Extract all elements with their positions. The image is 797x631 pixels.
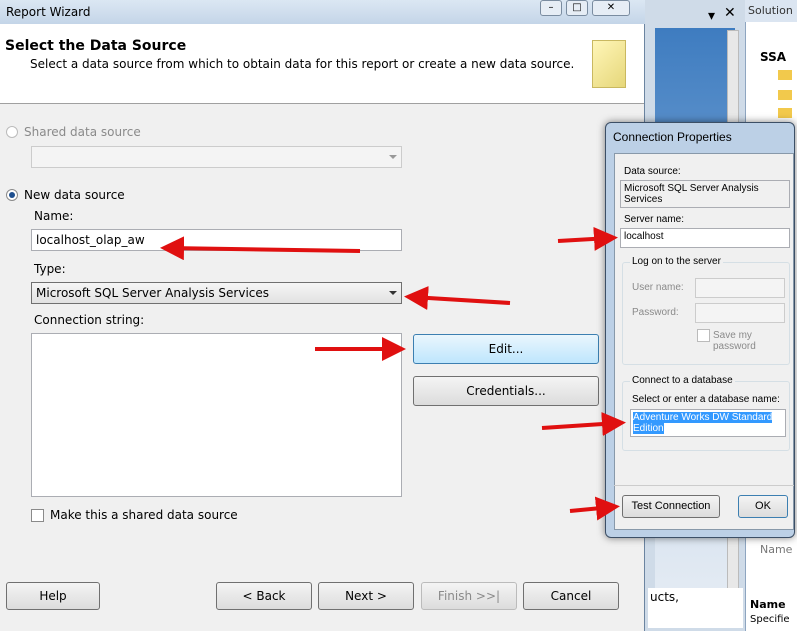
annotation-arrows <box>160 226 626 521</box>
arrow-name <box>160 236 361 261</box>
arrow-database <box>541 412 626 437</box>
arrow-server <box>557 226 618 251</box>
arrow-test <box>569 496 620 521</box>
arrow-type <box>404 286 511 310</box>
